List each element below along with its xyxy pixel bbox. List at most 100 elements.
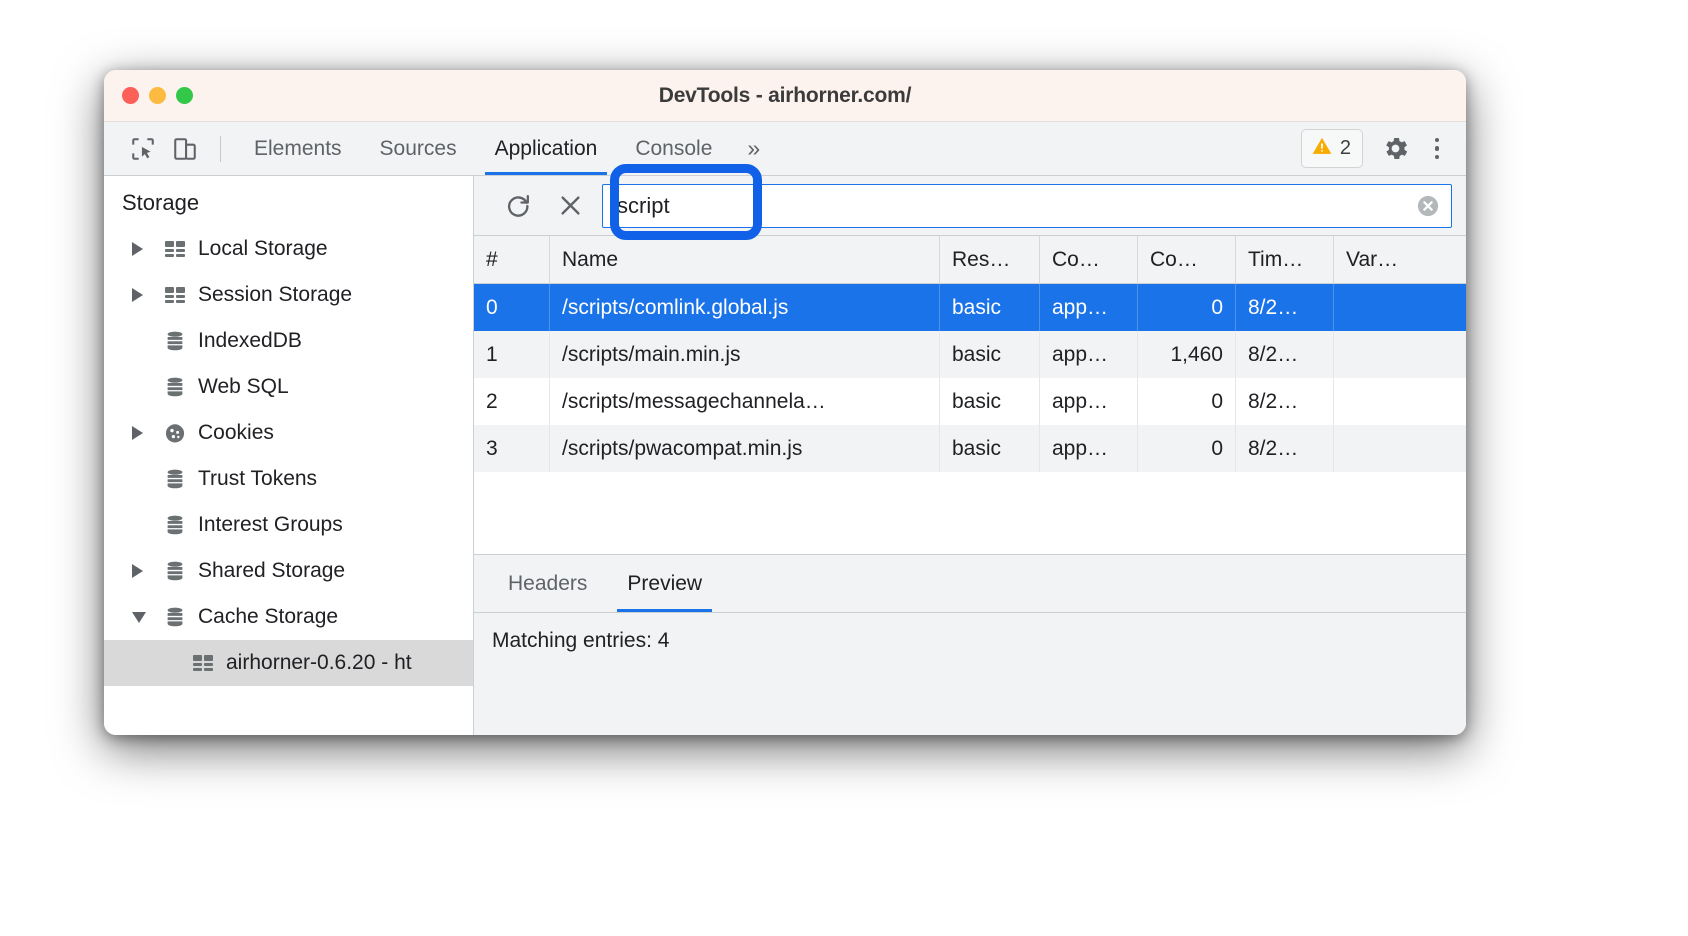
refresh-icon[interactable] [492,184,544,228]
column-header-vary-header[interactable]: Var… [1334,236,1466,283]
close-window-button[interactable] [122,87,139,104]
cell-time-cached: 8/2… [1236,331,1334,378]
cell-content-type: app… [1040,331,1138,378]
tab-headers[interactable]: Headers [488,555,607,612]
column-header-time-cached[interactable]: Tim… [1236,236,1334,283]
sidebar-item-local-storage[interactable]: Local Storage [104,226,473,272]
toolbar-divider [220,136,221,162]
warning-triangle-icon [1311,135,1333,162]
cell-response-type: basic [940,331,1040,378]
chevron-right-icon[interactable] [132,564,156,578]
column-header-response-type[interactable]: Res… [940,236,1040,283]
cell-time-cached: 8/2… [1236,425,1334,472]
cell-vary-header [1334,331,1466,378]
cell-content-type: app… [1040,378,1138,425]
chevron-right-icon[interactable] [132,288,156,302]
inspect-element-icon[interactable] [122,129,164,169]
column-header-content-type[interactable]: Co… [1040,236,1138,283]
filter-input[interactable] [602,184,1452,228]
cache-toolbar [474,176,1466,236]
filter-field-wrap [602,184,1452,228]
cell-vary-header [1334,378,1466,425]
tab-application[interactable]: Application [476,122,617,175]
chevron-right-icon[interactable] [132,426,156,440]
window-titlebar: DevTools - airhorner.com/ [104,70,1466,122]
clear-circle-icon[interactable] [1414,192,1442,220]
tab-elements[interactable]: Elements [235,122,361,175]
database-icon [156,375,194,399]
tab-sources[interactable]: Sources [361,122,476,175]
warning-count-badge[interactable]: 2 [1301,129,1363,168]
minimize-window-button[interactable] [149,87,166,104]
sidebar-item-indexeddb[interactable]: IndexedDB [104,318,473,364]
column-header-name[interactable]: Name [550,236,940,283]
detail-status-text: Matching entries: 4 [474,613,1466,735]
cell-name: /scripts/main.min.js [550,331,940,378]
maximize-window-button[interactable] [176,87,193,104]
table-row[interactable]: 3 /scripts/pwacompat.min.js basic app… 0… [474,425,1466,472]
grid-header-row: # Name Res… Co… Co… Tim… Var… [474,236,1466,284]
cell-content-length: 1,460 [1138,331,1236,378]
cell-content-length: 0 [1138,378,1236,425]
table-row[interactable]: 2 /scripts/messagechannela… basic app… 0… [474,378,1466,425]
database-icon [156,513,194,537]
tab-console[interactable]: Console [616,122,731,175]
kebab-menu-icon[interactable] [1424,132,1450,166]
sidebar-item-label: Shared Storage [198,559,345,583]
sidebar-title: Storage [104,176,473,226]
delete-x-icon[interactable] [544,184,596,228]
cell-content-type: app… [1040,284,1138,331]
chevron-double-right-icon[interactable]: » [731,122,776,175]
window-title: DevTools - airhorner.com/ [104,84,1466,108]
cell-content-length: 0 [1138,425,1236,472]
sidebar-item-session-storage[interactable]: Session Storage [104,272,473,318]
table-grid-icon [184,651,222,675]
chevron-right-icon[interactable] [132,242,156,256]
cell-response-type: basic [940,425,1040,472]
grid-empty-space [474,472,1466,555]
cell-index: 3 [474,425,550,472]
cell-name: /scripts/comlink.global.js [550,284,940,331]
devtools-toolbar: Elements Sources Application Console » 2 [104,122,1466,176]
cell-content-length: 0 [1138,284,1236,331]
tab-preview[interactable]: Preview [607,555,722,612]
column-header-content-length[interactable]: Co… [1138,236,1236,283]
sidebar-item-label: IndexedDB [198,329,302,353]
database-icon [156,605,194,629]
devtools-window: DevTools - airhorner.com/ Elements Sourc… [104,70,1466,735]
storage-tree: Local Storage Session Storage [104,226,473,686]
database-icon [156,467,194,491]
sidebar-item-label: Cookies [198,421,274,445]
cell-response-type: basic [940,284,1040,331]
cache-detail-pane: # Name Res… Co… Co… Tim… Var… 0 /scripts… [474,176,1466,735]
table-row[interactable]: 1 /scripts/main.min.js basic app… 1,460 … [474,331,1466,378]
cell-vary-header [1334,425,1466,472]
sidebar-item-web-sql[interactable]: Web SQL [104,364,473,410]
cell-time-cached: 8/2… [1236,284,1334,331]
gear-icon[interactable] [1381,134,1410,163]
database-icon [156,329,194,353]
cell-index: 0 [474,284,550,331]
sidebar-item-label: Trust Tokens [198,467,317,491]
device-toolbar-icon[interactable] [164,129,206,169]
sidebar-item-airhorner-cache[interactable]: airhorner-0.6.20 - ht [104,640,473,686]
panel-tabs: Elements Sources Application Console [235,122,731,175]
table-grid-icon [156,283,194,307]
sidebar-item-trust-tokens[interactable]: Trust Tokens [104,456,473,502]
sidebar-item-label: Web SQL [198,375,289,399]
detail-tabs: Headers Preview [474,555,1466,613]
chevron-down-icon[interactable] [132,612,156,623]
sidebar-item-shared-storage[interactable]: Shared Storage [104,548,473,594]
warning-count: 2 [1340,137,1351,160]
cache-entries-grid: # Name Res… Co… Co… Tim… Var… 0 /scripts… [474,236,1466,472]
storage-sidebar: Storage Local Storage [104,176,474,735]
window-controls [104,87,193,104]
column-header-index[interactable]: # [474,236,550,283]
sidebar-item-cookies[interactable]: Cookies [104,410,473,456]
sidebar-item-cache-storage[interactable]: Cache Storage [104,594,473,640]
table-row[interactable]: 0 /scripts/comlink.global.js basic app… … [474,284,1466,331]
sidebar-item-interest-groups[interactable]: Interest Groups [104,502,473,548]
sidebar-item-label: Interest Groups [198,513,343,537]
cell-time-cached: 8/2… [1236,378,1334,425]
cell-content-type: app… [1040,425,1138,472]
